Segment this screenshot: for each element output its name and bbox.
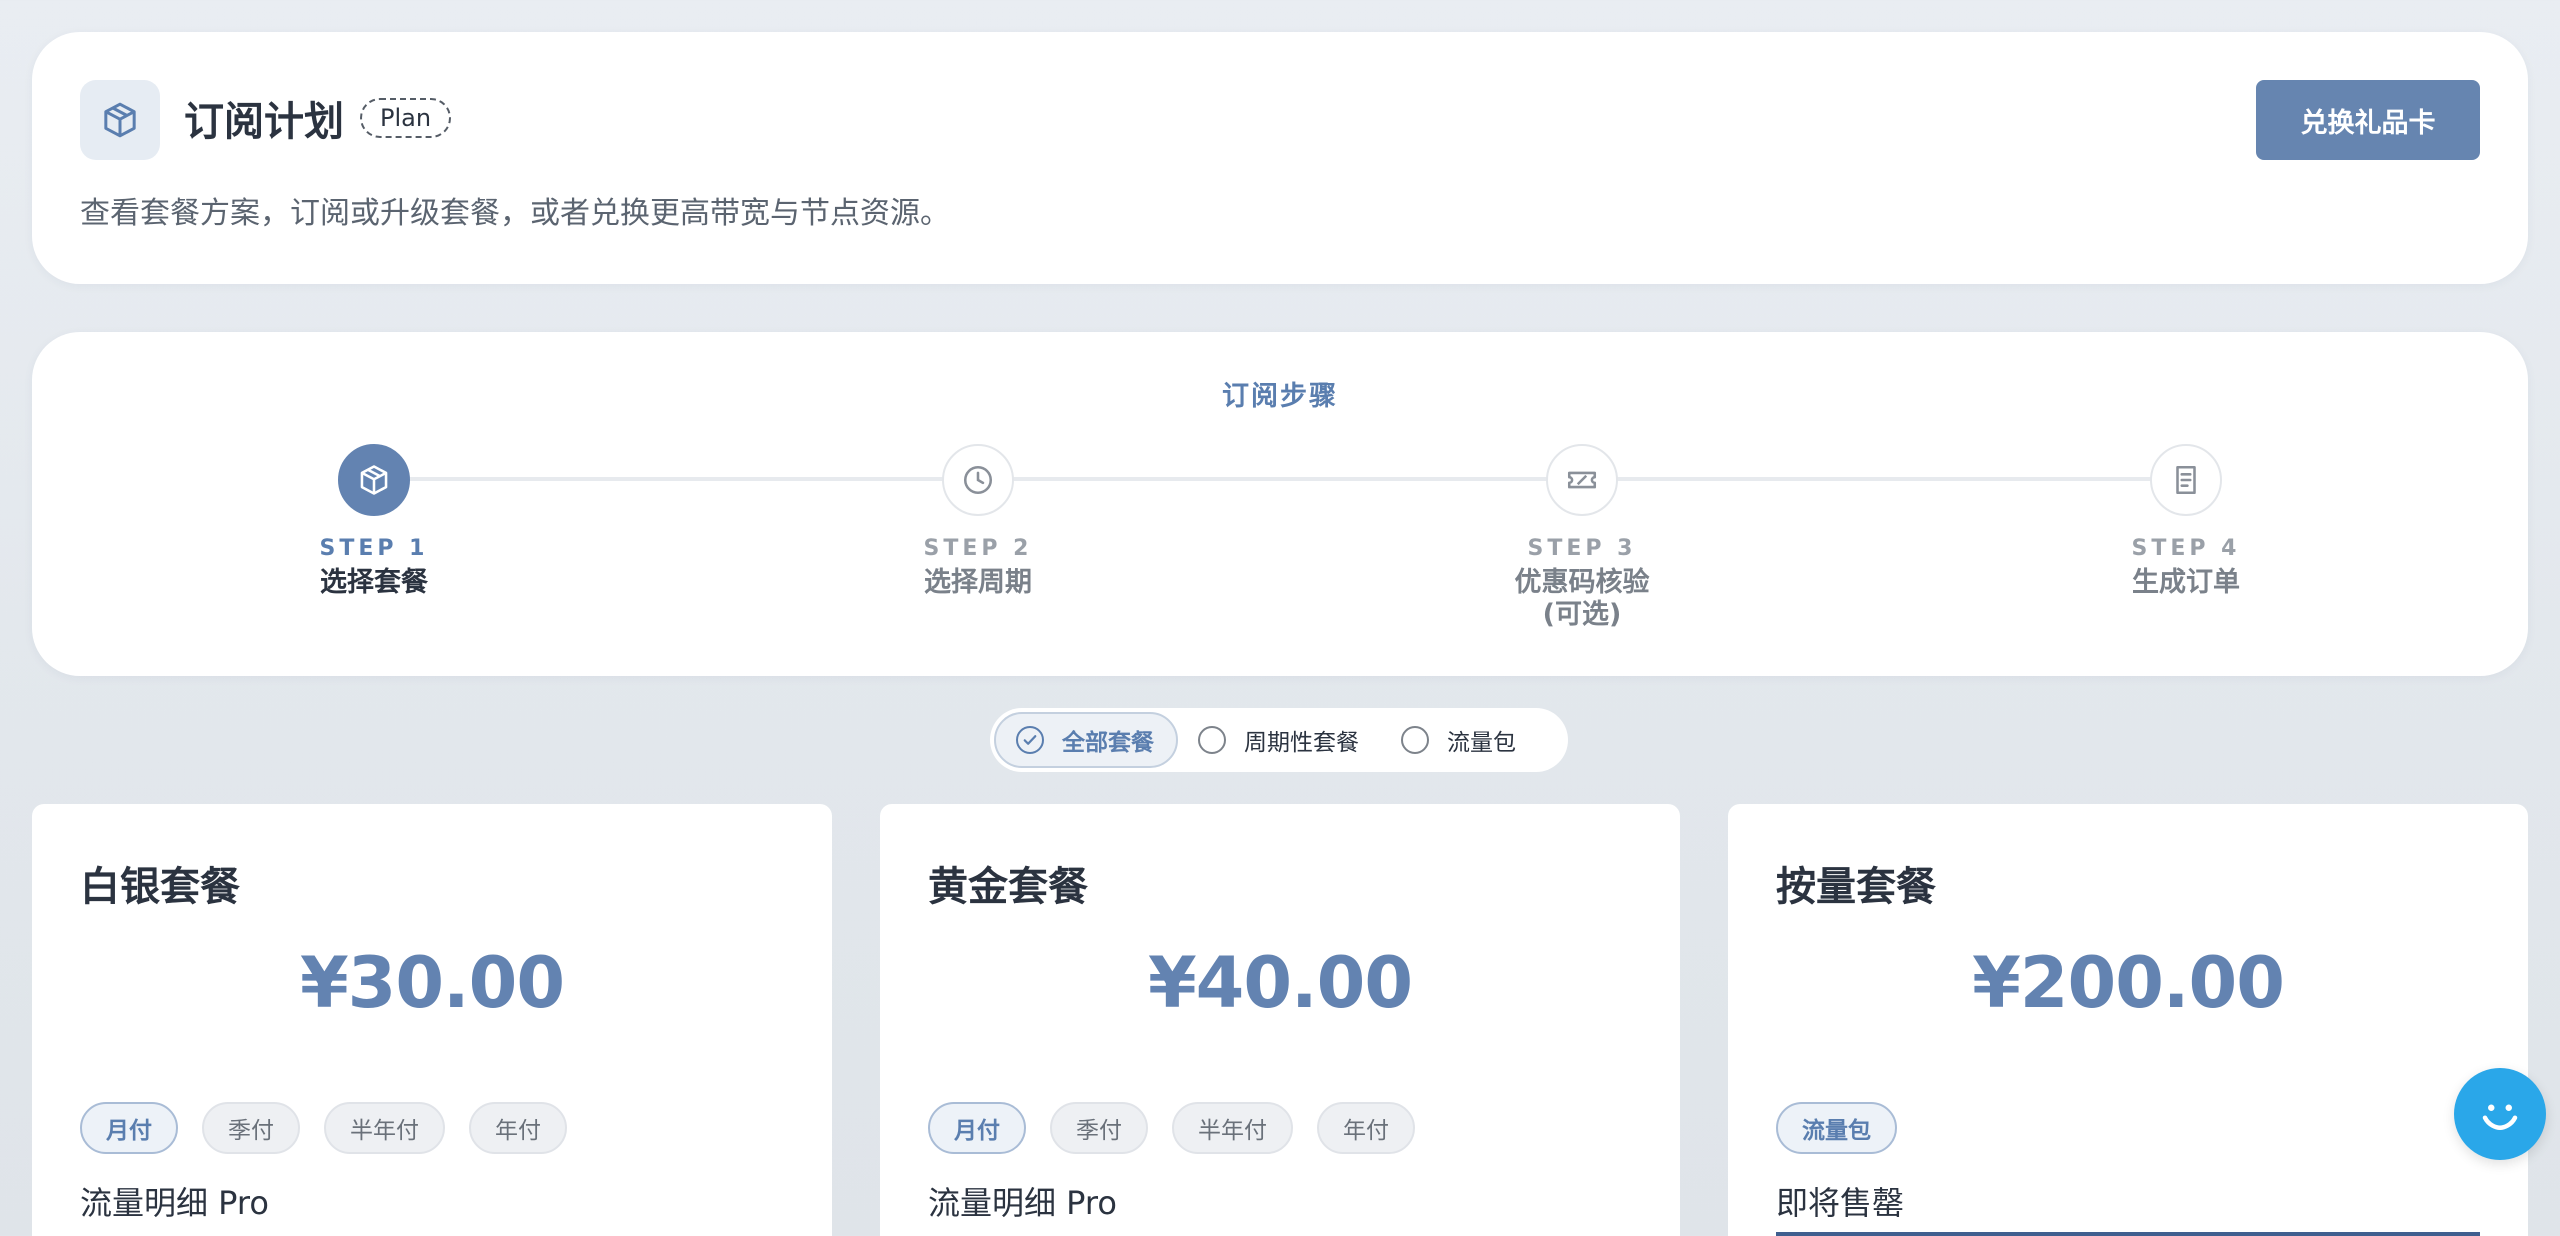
step-label: 选择周期: [924, 567, 1032, 598]
filter-traffic-packs[interactable]: 流量包: [1381, 712, 1538, 768]
package-icon: [80, 80, 160, 160]
step-number: STEP 3: [1527, 536, 1637, 561]
plan-card-silver[interactable]: 白银套餐 ¥30.00 月付 季付 半年付 年付 流量明细 Pro: [32, 804, 832, 1236]
filter-label: 全部套餐: [1062, 730, 1154, 756]
plan-price: ¥40.00: [1147, 942, 1413, 1024]
period-chip-yearly[interactable]: 年付: [1317, 1102, 1415, 1154]
plan-name: 黄金套餐: [928, 864, 1088, 910]
redeem-gift-card-button[interactable]: 兑换礼品卡: [2256, 80, 2480, 160]
plan-card-gold[interactable]: 黄金套餐 ¥40.00 月付 季付 半年付 年付 流量明细 Pro: [880, 804, 1680, 1236]
package-icon: [338, 444, 410, 516]
step-4: STEP 4 生成订单: [2056, 444, 2316, 599]
period-chip-monthly[interactable]: 月付: [928, 1102, 1026, 1154]
step-1: STEP 1 选择套餐: [244, 444, 504, 599]
period-chip-yearly[interactable]: 年付: [469, 1102, 567, 1154]
ticket-icon: [1546, 444, 1618, 516]
period-chip-half-year[interactable]: 半年付: [324, 1102, 445, 1154]
chat-support-button[interactable]: [2454, 1068, 2546, 1160]
plan-detail: 即将售罄: [1776, 1184, 1905, 1222]
step-number: STEP 1: [319, 536, 429, 561]
filter-all-plans[interactable]: 全部套餐: [994, 712, 1178, 768]
plan-name: 按量套餐: [1776, 864, 1936, 910]
steps-connector: [404, 477, 2216, 481]
step-number: STEP 4: [2131, 536, 2241, 561]
step-2: STEP 2 选择周期: [848, 444, 1108, 599]
step-3: STEP 3 优惠码核验 (可选): [1452, 444, 1712, 631]
step-label: 选择套餐: [320, 567, 428, 598]
page-title: 订阅计划: [184, 99, 344, 145]
page-description: 查看套餐方案，订阅或升级套餐，或者兑换更高带宽与节点资源。: [80, 196, 950, 231]
period-chips: 月付 季付 半年付 年付: [928, 1102, 1415, 1154]
filter-label: 流量包: [1447, 730, 1516, 756]
clock-icon: [942, 444, 1014, 516]
filter-periodic-plans[interactable]: 周期性套餐: [1178, 712, 1381, 768]
step-number: STEP 2: [923, 536, 1033, 561]
period-chip-traffic-pack[interactable]: 流量包: [1776, 1102, 1897, 1154]
check-circle-icon: [1016, 726, 1044, 754]
filter-label: 周期性套餐: [1244, 730, 1359, 756]
plan-detail: 流量明细 Pro: [80, 1184, 269, 1222]
plan-price: ¥30.00: [299, 942, 565, 1024]
steps-card: 订阅步骤 STEP 1 选择套餐 STEP 2 选择周期 STEP 3 优惠码核…: [32, 332, 2528, 676]
plan-detail: 流量明细 Pro: [928, 1184, 1117, 1222]
plan-badge: Plan: [360, 98, 452, 138]
step-label: 生成订单: [2132, 567, 2240, 598]
plan-name: 白银套餐: [80, 864, 240, 910]
plan-card-pay-as-you-go[interactable]: 按量套餐 ¥200.00 流量包 即将售罄: [1728, 804, 2528, 1236]
period-chip-monthly[interactable]: 月付: [80, 1102, 178, 1154]
period-chip-quarterly[interactable]: 季付: [202, 1102, 300, 1154]
radio-icon: [1401, 726, 1429, 754]
period-chips: 月付 季付 半年付 年付: [80, 1102, 567, 1154]
plan-type-filter: 全部套餐 周期性套餐 流量包: [990, 708, 1568, 772]
stock-progress-fill: [1776, 1232, 2480, 1236]
header-card: 订阅计划 Plan 查看套餐方案，订阅或升级套餐，或者兑换更高带宽与节点资源。 …: [32, 32, 2528, 284]
chat-smile-icon: [2482, 1104, 2518, 1131]
step-label: 优惠码核验 (可选): [1514, 567, 1650, 630]
stock-progress-bar: [1776, 1232, 2480, 1236]
period-chip-quarterly[interactable]: 季付: [1050, 1102, 1148, 1154]
steps-title: 订阅步骤: [1222, 381, 1338, 412]
period-chip-half-year[interactable]: 半年付: [1172, 1102, 1293, 1154]
radio-icon: [1198, 726, 1226, 754]
plan-price: ¥200.00: [1972, 942, 2285, 1024]
receipt-icon: [2150, 444, 2222, 516]
period-chips: 流量包: [1776, 1102, 1897, 1154]
